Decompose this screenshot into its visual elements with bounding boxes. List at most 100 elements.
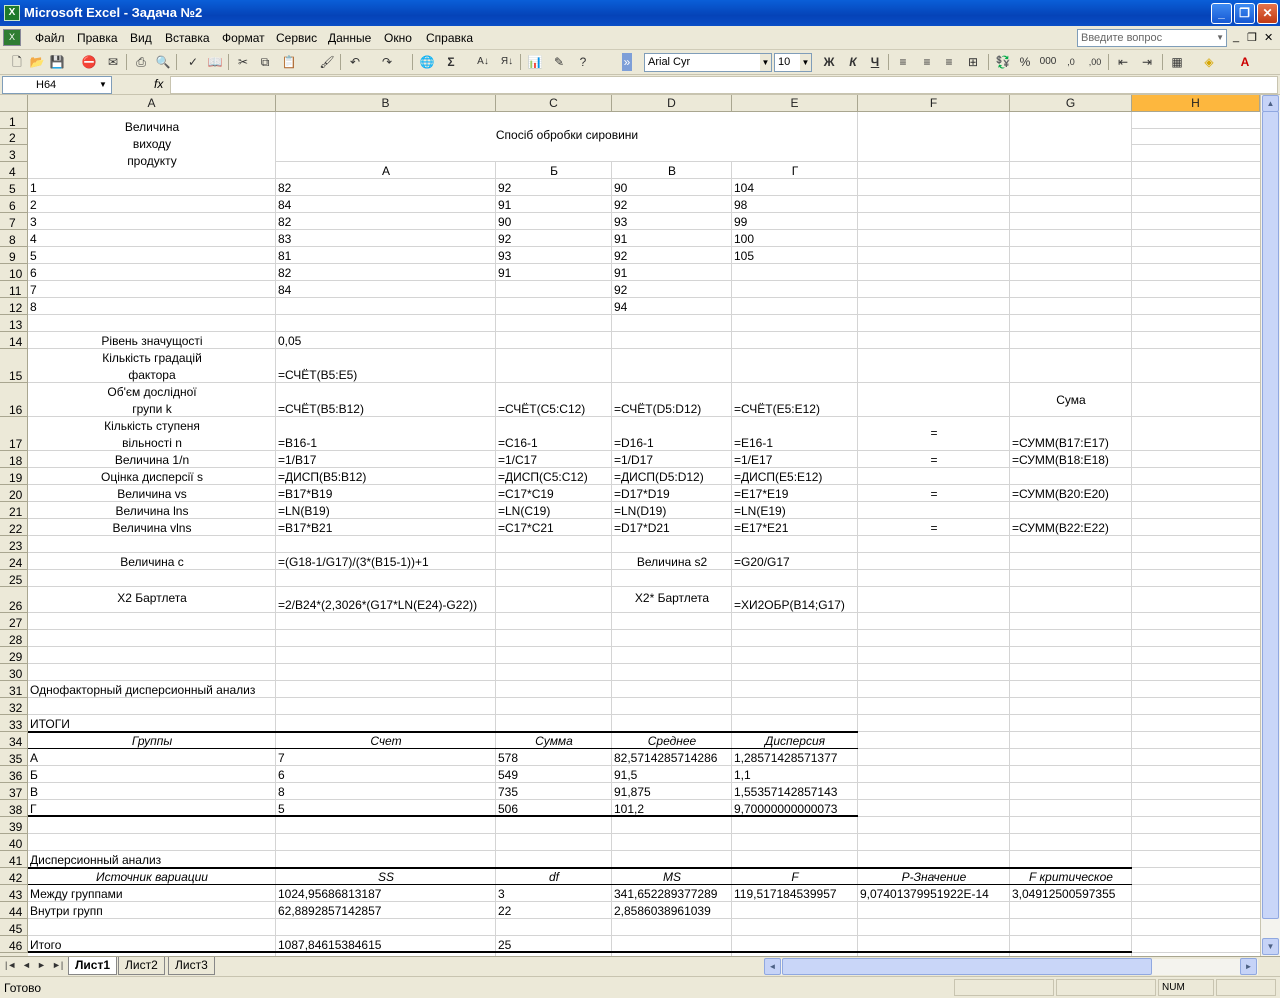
sheet-tab-2[interactable]: Лист2 (118, 957, 165, 975)
summary-cell[interactable]: 1,28571428571377 (734, 751, 837, 765)
row-header-37[interactable]: 37 (0, 783, 28, 800)
cell-d4[interactable]: В (612, 164, 732, 178)
summary-cell[interactable]: 9,70000000000073 (734, 802, 837, 816)
bold-button[interactable]: Ж (820, 53, 838, 71)
table-cell[interactable]: 3 (30, 215, 37, 229)
cell-e19[interactable]: =ДИСП(E5:E12) (734, 470, 822, 484)
cell-a21[interactable]: Величина lns (28, 504, 276, 518)
cut-icon[interactable]: ✂ (234, 53, 252, 71)
sort-descending-icon[interactable]: Я↓ (498, 53, 516, 71)
cell-d24[interactable]: Величина s2 (612, 555, 732, 569)
table-cell[interactable]: 7 (30, 283, 37, 297)
redo-icon[interactable]: ↷ (378, 53, 396, 71)
sheet-tab-3[interactable]: Лист3 (168, 957, 215, 975)
row-header-9[interactable]: 9 (0, 247, 28, 264)
cell-d22[interactable]: =D17*D21 (614, 521, 670, 535)
table-cell[interactable]: 5 (30, 249, 37, 263)
cell-b17[interactable]: =B16-1 (278, 436, 317, 450)
select-all-corner[interactable] (0, 95, 28, 112)
cell-c16[interactable]: =СЧЁТ(C5:C12) (498, 402, 585, 416)
row-header-10[interactable]: 10 (0, 264, 28, 281)
email-icon[interactable]: ✉ (104, 53, 122, 71)
table-cell[interactable]: 91 (498, 266, 511, 280)
minimize-button[interactable]: _ (1211, 3, 1232, 24)
summary-header[interactable]: Сумма (496, 734, 612, 748)
menu-edit[interactable]: Правка (77, 31, 118, 45)
row-header-33[interactable]: 33 (0, 715, 28, 732)
table-cell[interactable]: 93 (498, 249, 511, 263)
vertical-scroll-thumb[interactable] (1262, 111, 1279, 919)
prev-sheet-icon[interactable]: ◄ (22, 960, 31, 970)
cell-g16[interactable]: Сума (1010, 393, 1132, 407)
italic-button[interactable]: К (844, 53, 862, 71)
cell-c17[interactable]: =C16-1 (498, 436, 538, 450)
format-painter-icon[interactable]: 🖌 (318, 53, 336, 71)
cell-e16[interactable]: =СЧЁТ(E5:E12) (734, 402, 820, 416)
help-icon[interactable]: ? (574, 53, 592, 71)
anova-cell[interactable]: 22 (498, 904, 511, 918)
row-header-19[interactable]: 19 (0, 468, 28, 485)
cell-a3[interactable]: продукту (28, 154, 276, 168)
underline-button[interactable]: Ч (866, 53, 884, 71)
row-header-26[interactable]: 26 (0, 587, 28, 613)
anova-header[interactable]: F (732, 870, 858, 884)
table-cell[interactable]: 92 (614, 249, 627, 263)
anova-cell[interactable]: 9,07401379951922E-14 (860, 887, 989, 901)
row-header-6[interactable]: 6 (0, 196, 28, 213)
vertical-scrollbar[interactable]: ▲ ▼ (1260, 95, 1280, 956)
summary-cell[interactable]: 7 (278, 751, 285, 765)
scroll-right-icon[interactable]: ► (1240, 958, 1257, 975)
cell-d26[interactable]: X2* Бартлета (612, 591, 732, 605)
cell-e17[interactable]: =E16-1 (734, 436, 773, 450)
anova-header[interactable]: Источник вариации (28, 870, 276, 884)
anova-cell[interactable]: Между группами (30, 887, 123, 901)
menu-window[interactable]: Окно (384, 31, 412, 45)
column-header-h[interactable]: H (1132, 95, 1260, 112)
row-header-29[interactable]: 29 (0, 647, 28, 664)
menu-file[interactable]: Файл (35, 31, 65, 45)
summary-header[interactable]: Среднее (612, 734, 732, 748)
cell-d19[interactable]: =ДИСП(D5:D12) (614, 470, 704, 484)
anova-header[interactable]: F критическое (1010, 870, 1132, 884)
next-sheet-icon[interactable]: ► (37, 960, 46, 970)
row-header-27[interactable]: 27 (0, 613, 28, 630)
scroll-left-icon[interactable]: ◄ (764, 958, 781, 975)
cell-f20[interactable]: = (858, 487, 1010, 501)
table-cell[interactable]: 92 (614, 198, 627, 212)
cell-b19[interactable]: =ДИСП(B5:B12) (278, 470, 366, 484)
row-header-14[interactable]: 14 (0, 332, 28, 349)
cell-e4[interactable]: Г (732, 164, 858, 178)
row-header-44[interactable]: 44 (0, 902, 28, 919)
cell-e26[interactable]: =ХИ2ОБР(B14;G17) (734, 598, 845, 612)
doc-minimize-icon[interactable]: _ (1233, 31, 1239, 43)
chevron-down-icon[interactable]: ▼ (800, 54, 811, 71)
table-cell[interactable]: 91 (614, 266, 627, 280)
table-cell[interactable]: 83 (278, 232, 291, 246)
copy-icon[interactable]: ⧉ (256, 53, 274, 71)
cell-b18[interactable]: =1/B17 (278, 453, 316, 467)
row-header-17[interactable]: 17 (0, 417, 28, 451)
table-cell[interactable]: 94 (614, 300, 627, 314)
cell-g20[interactable]: =СУММ(B20:E20) (1012, 487, 1109, 501)
permission-icon[interactable]: ⛔ (80, 53, 98, 71)
cell-e18[interactable]: =1/E17 (734, 453, 772, 467)
close-button[interactable]: ✕ (1257, 3, 1278, 24)
workbook-icon[interactable]: X (3, 29, 21, 46)
drawing-icon[interactable]: ✎ (550, 53, 568, 71)
decrease-decimal-icon[interactable]: ,00 (1086, 53, 1104, 71)
cell-b4[interactable]: А (276, 164, 496, 178)
name-box[interactable]: H64 ▼ (2, 76, 112, 94)
row-header-36[interactable]: 36 (0, 766, 28, 783)
table-cell[interactable]: 92 (614, 283, 627, 297)
cell-a1[interactable]: Величина (28, 120, 276, 134)
summary-cell[interactable]: 101,2 (614, 802, 644, 816)
anova-cell[interactable]: 1087,84615384615 (278, 938, 381, 952)
anova-cell[interactable]: 119,517184539957 (734, 887, 837, 901)
cell-c22[interactable]: =C17*C21 (498, 521, 554, 535)
anova-header[interactable]: MS (612, 870, 732, 884)
row-header-16[interactable]: 16 (0, 383, 28, 417)
row-header-7[interactable]: 7 (0, 213, 28, 230)
column-header-e[interactable]: E (732, 95, 858, 112)
font-name-select[interactable]: Arial Cyr ▼ (644, 53, 772, 72)
row-header-21[interactable]: 21 (0, 502, 28, 519)
